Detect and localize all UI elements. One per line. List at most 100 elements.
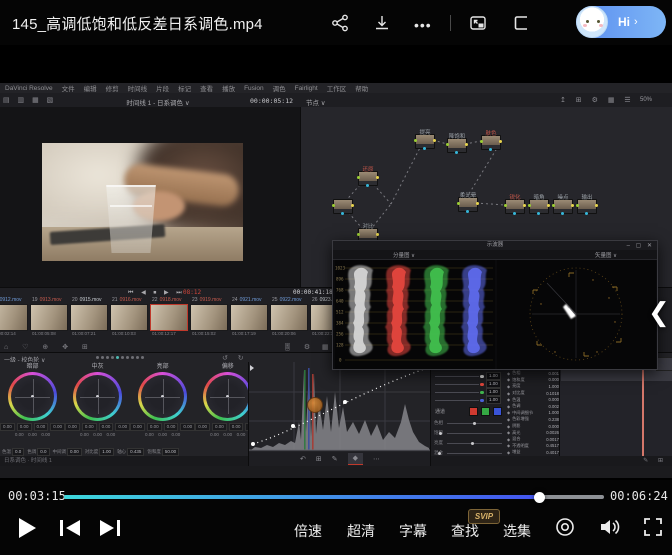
keyframe-track-row[interactable]: ◆ 色调 0.002 bbox=[507, 403, 559, 410]
curve-tool-icon[interactable]: ⊞ bbox=[316, 455, 322, 463]
adjust-slider-row[interactable]: 饱和 bbox=[433, 428, 505, 438]
keyframe-track-row[interactable]: ◆ 色相 0.001 bbox=[507, 370, 559, 377]
wheel-value[interactable]: 0.00 bbox=[212, 423, 227, 431]
curves-panel[interactable]: ↶ ⊞ ✎ ◆ ⋯ bbox=[248, 362, 431, 466]
vectorscope-dropdown[interactable]: 矢量图 ∨ bbox=[595, 251, 617, 259]
timeline-clip[interactable]: 24 0921.mov 01:00:17:19 bbox=[230, 297, 268, 338]
quality-button[interactable]: 超清 bbox=[347, 521, 375, 541]
grade-parameter[interactable]: 中间调 0.00 bbox=[53, 448, 82, 456]
keyframe-track-row[interactable]: ◆ 对比度 0.1018 bbox=[507, 390, 559, 397]
slider-handle[interactable] bbox=[439, 432, 442, 435]
grade-parameter[interactable]: 色调 0.0 bbox=[27, 448, 49, 456]
adjust-slider-row[interactable]: 亮度 bbox=[433, 438, 505, 448]
keyframe-track-row[interactable]: ◆ 色温 0.000 bbox=[507, 396, 559, 403]
palette-tab-dot[interactable] bbox=[111, 356, 114, 359]
wheel-value[interactable]: 0.00 bbox=[50, 423, 65, 431]
channel-value[interactable]: 1.00 bbox=[486, 372, 501, 380]
slider-handle[interactable] bbox=[480, 383, 484, 387]
grade-node[interactable]: 降饱和 bbox=[447, 138, 467, 153]
grade-parameter[interactable]: 对比度 1.00 bbox=[85, 448, 114, 456]
keyframe-track-row[interactable]: ◆ 混合 0.0017 bbox=[507, 436, 559, 443]
pip-icon[interactable] bbox=[468, 13, 488, 33]
param-value[interactable]: 1.00 bbox=[99, 448, 114, 456]
keyframe-playhead[interactable] bbox=[642, 362, 644, 456]
color-wheel[interactable] bbox=[73, 372, 122, 421]
volume-icon[interactable] bbox=[598, 516, 620, 538]
wheel-value[interactable]: 0.00 bbox=[0, 423, 15, 431]
user-avatar-pill[interactable]: Hi › bbox=[576, 6, 666, 38]
keyframe-bottom-bar[interactable]: ✎ ⊞ bbox=[431, 456, 672, 466]
wheel-inner[interactable] bbox=[141, 375, 184, 418]
clip-thumbnail[interactable] bbox=[190, 304, 228, 331]
timeline-clip[interactable]: 25 0922.mov 01:00:20:06 bbox=[270, 297, 308, 338]
clip-tools-right[interactable]: 🎚 ⚙ ▦ bbox=[283, 343, 334, 351]
param-value[interactable]: 0.0 bbox=[12, 448, 24, 456]
clip-thumbnail[interactable] bbox=[270, 304, 308, 331]
channel-color-swatch[interactable] bbox=[469, 407, 478, 416]
share-icon[interactable] bbox=[330, 13, 350, 33]
panel-tab[interactable] bbox=[656, 357, 672, 371]
wheel-value[interactable]: 0.00 bbox=[34, 423, 49, 431]
channel-slider-row[interactable]: 1.00 bbox=[433, 388, 503, 396]
download-icon[interactable] bbox=[372, 13, 392, 33]
scopes-window[interactable]: 示波器 – ▢ ✕ 分量图 ∨ 矢量图 ∨ bbox=[332, 240, 658, 370]
slider-handle[interactable] bbox=[438, 452, 441, 455]
param-value[interactable]: 0.00 bbox=[67, 448, 82, 456]
color-wheel[interactable] bbox=[203, 372, 252, 421]
next-video-button[interactable] bbox=[98, 519, 120, 541]
timeline-clip[interactable]: 21 0916.mov 01:00:10:03 bbox=[110, 297, 148, 338]
channel-color-swatch[interactable] bbox=[493, 407, 502, 416]
wheel-value[interactable]: 0.00 bbox=[99, 423, 114, 431]
channel-value[interactable]: 1.00 bbox=[486, 388, 501, 396]
wheel-inner[interactable] bbox=[76, 375, 119, 418]
curve-tool-icon[interactable]: ↶ bbox=[300, 455, 306, 463]
play-button[interactable] bbox=[16, 516, 38, 538]
grade-node[interactable]: 还原 bbox=[358, 171, 378, 186]
grade-node[interactable]: 暗角 bbox=[529, 199, 549, 214]
palette-tab-dot[interactable] bbox=[96, 356, 99, 359]
search-button[interactable]: 查找 bbox=[451, 521, 479, 541]
clip-thumbnail[interactable] bbox=[230, 304, 268, 331]
scopes-titlebar[interactable]: 示波器 bbox=[333, 241, 657, 250]
more-icon[interactable]: ••• bbox=[414, 17, 434, 37]
window-buttons[interactable]: – ▢ ✕ bbox=[627, 242, 654, 249]
previous-video-button[interactable] bbox=[58, 519, 80, 541]
clip-thumbnail[interactable] bbox=[30, 304, 68, 331]
keyframe-track-row[interactable]: ◆ 色彩增强 0.238 bbox=[507, 416, 559, 423]
curve-tool-icon-active[interactable]: ◆ bbox=[348, 453, 363, 465]
keyframe-track-row[interactable]: ◆ 亮度 1.000 bbox=[507, 383, 559, 390]
timeline-clip[interactable]: 20 0915.mov 01:00:07:21 bbox=[70, 297, 108, 338]
nodes-toolbar-icons[interactable]: ↥ ⊞ ⚙ ▦ ☰ bbox=[560, 96, 635, 104]
wheel-value[interactable]: 0.00 bbox=[17, 423, 32, 431]
slider-handle[interactable] bbox=[480, 375, 484, 379]
grade-node[interactable] bbox=[333, 199, 353, 214]
transport-controls[interactable]: ⏮ ◀ ⏹ ▶ ⏭ bbox=[128, 289, 185, 297]
video-frame[interactable]: DaVinci Resolve文件编辑修剪时间线片段标记查看播放Fusion调色… bbox=[0, 45, 672, 480]
keyframe-timeline[interactable] bbox=[559, 362, 672, 456]
parade-dropdown[interactable]: 分量图 ∨ bbox=[393, 251, 415, 259]
palette-tab-dot[interactable] bbox=[121, 356, 124, 359]
mini-window-icon[interactable] bbox=[512, 13, 532, 33]
playlist-button[interactable]: 选集 bbox=[503, 521, 531, 541]
palette-tab-dot[interactable] bbox=[106, 356, 109, 359]
grade-node[interactable]: 肤色 bbox=[481, 135, 501, 150]
channel-slider-row[interactable]: 1.00 bbox=[433, 396, 503, 404]
wheel-inner[interactable] bbox=[11, 375, 54, 418]
grade-parameter[interactable]: 轴心 0.435 bbox=[117, 448, 144, 456]
wheel-value[interactable]: 0.00 bbox=[180, 423, 195, 431]
wheel-inner[interactable] bbox=[206, 375, 249, 418]
speed-button[interactable]: 倍速 bbox=[294, 521, 322, 541]
danmaku-settings-icon[interactable] bbox=[554, 516, 576, 538]
channel-value[interactable]: 1.00 bbox=[486, 380, 501, 388]
wheel-value[interactable]: 0.00 bbox=[82, 423, 97, 431]
palette-tab-dot[interactable] bbox=[136, 356, 139, 359]
channel-value[interactable]: 1.00 bbox=[486, 396, 501, 404]
slider-handle[interactable] bbox=[480, 391, 484, 395]
wheel-value[interactable]: 0.00 bbox=[195, 423, 210, 431]
grade-parameter[interactable]: 饱和度 50.00 bbox=[147, 448, 179, 456]
wheel-value[interactable]: 0.00 bbox=[65, 423, 80, 431]
keyframe-track-row[interactable]: ◆ 高光 0.0026 bbox=[507, 429, 559, 436]
grade-node[interactable]: 提亮 bbox=[415, 134, 435, 149]
seek-bar[interactable] bbox=[64, 495, 604, 499]
wheel-value[interactable]: 0.00 bbox=[164, 423, 179, 431]
